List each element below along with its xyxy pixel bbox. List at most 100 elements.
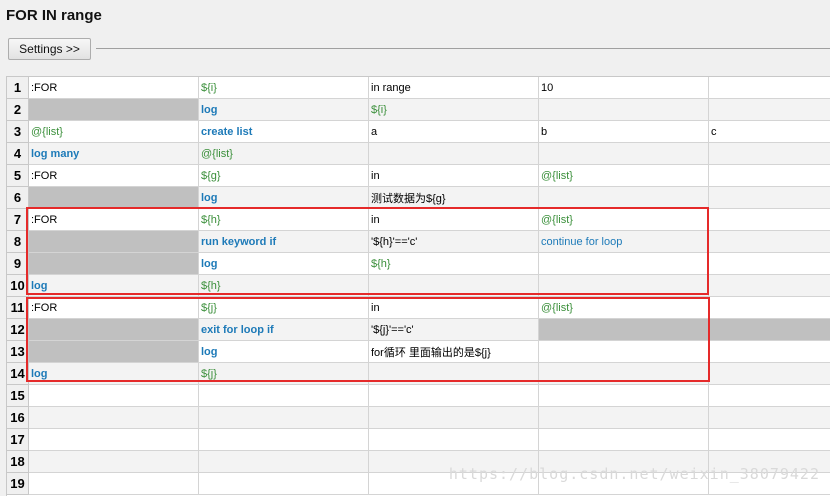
table-cell[interactable]: [539, 385, 709, 407]
table-cell[interactable]: for循环 里面输出的是${j}: [369, 341, 539, 363]
table-cell[interactable]: @{list}: [199, 143, 369, 165]
row-number[interactable]: 17: [7, 429, 29, 451]
table-cell[interactable]: :FOR: [29, 77, 199, 99]
table-cell[interactable]: :FOR: [29, 165, 199, 187]
table-cell[interactable]: [709, 99, 830, 121]
table-cell[interactable]: [29, 473, 199, 495]
table-cell[interactable]: @{list}: [539, 209, 709, 231]
row-number[interactable]: 15: [7, 385, 29, 407]
table-cell[interactable]: [539, 275, 709, 297]
table-cell[interactable]: log: [199, 99, 369, 121]
table-cell[interactable]: [709, 363, 830, 385]
row-number[interactable]: 9: [7, 253, 29, 275]
table-cell[interactable]: ${h}: [369, 253, 539, 275]
table-cell[interactable]: in: [369, 165, 539, 187]
table-cell[interactable]: log: [199, 341, 369, 363]
table-cell[interactable]: log many: [29, 143, 199, 165]
table-cell[interactable]: @{list}: [539, 165, 709, 187]
table-cell[interactable]: [709, 209, 830, 231]
table-cell[interactable]: a: [369, 121, 539, 143]
table-cell[interactable]: [539, 253, 709, 275]
row-number[interactable]: 10: [7, 275, 29, 297]
table-cell[interactable]: log: [29, 275, 199, 297]
table-cell[interactable]: [539, 341, 709, 363]
table-cell[interactable]: [369, 275, 539, 297]
table-cell[interactable]: [709, 143, 830, 165]
table-cell[interactable]: @{list}: [539, 297, 709, 319]
table-cell[interactable]: [29, 341, 199, 363]
row-number[interactable]: 14: [7, 363, 29, 385]
table-cell[interactable]: [709, 319, 830, 341]
table-cell[interactable]: [199, 407, 369, 429]
table-cell[interactable]: '${h}'=='c': [369, 231, 539, 253]
table-cell[interactable]: [539, 319, 709, 341]
table-cell[interactable]: [29, 429, 199, 451]
table-cell[interactable]: [29, 187, 199, 209]
table-cell[interactable]: [539, 99, 709, 121]
table-cell[interactable]: 10: [539, 77, 709, 99]
row-number[interactable]: 19: [7, 473, 29, 495]
table-cell[interactable]: in range: [369, 77, 539, 99]
table-cell[interactable]: in: [369, 297, 539, 319]
row-number[interactable]: 11: [7, 297, 29, 319]
row-number[interactable]: 4: [7, 143, 29, 165]
table-cell[interactable]: 测试数据为${g}: [369, 187, 539, 209]
table-cell[interactable]: ${i}: [199, 77, 369, 99]
table-cell[interactable]: [539, 363, 709, 385]
table-cell[interactable]: [709, 275, 830, 297]
table-cell[interactable]: log: [199, 187, 369, 209]
table-cell[interactable]: ${j}: [199, 363, 369, 385]
table-cell[interactable]: [29, 319, 199, 341]
settings-button[interactable]: Settings >>: [8, 38, 91, 60]
row-number[interactable]: 5: [7, 165, 29, 187]
table-cell[interactable]: in: [369, 209, 539, 231]
table-cell[interactable]: [29, 231, 199, 253]
row-number[interactable]: 12: [7, 319, 29, 341]
row-number[interactable]: 1: [7, 77, 29, 99]
table-cell[interactable]: b: [539, 121, 709, 143]
table-cell[interactable]: ${j}: [199, 297, 369, 319]
table-cell[interactable]: [709, 165, 830, 187]
table-cell[interactable]: [709, 253, 830, 275]
row-number[interactable]: 7: [7, 209, 29, 231]
table-cell[interactable]: [199, 451, 369, 473]
row-number[interactable]: 18: [7, 451, 29, 473]
table-cell[interactable]: [199, 385, 369, 407]
table-cell[interactable]: [539, 143, 709, 165]
table-cell[interactable]: [369, 143, 539, 165]
table-cell[interactable]: @{list}: [29, 121, 199, 143]
row-number[interactable]: 2: [7, 99, 29, 121]
table-cell[interactable]: ${i}: [369, 99, 539, 121]
table-cell[interactable]: [199, 429, 369, 451]
table-cell[interactable]: ${h}: [199, 209, 369, 231]
table-cell[interactable]: [709, 385, 830, 407]
table-cell[interactable]: [709, 429, 830, 451]
table-cell[interactable]: [709, 77, 830, 99]
table-cell[interactable]: create list: [199, 121, 369, 143]
table-cell[interactable]: c: [709, 121, 830, 143]
table-cell[interactable]: [709, 297, 830, 319]
table-cell[interactable]: exit for loop if: [199, 319, 369, 341]
table-cell[interactable]: [29, 451, 199, 473]
table-cell[interactable]: [29, 253, 199, 275]
table-cell[interactable]: :FOR: [29, 297, 199, 319]
table-cell[interactable]: log: [199, 253, 369, 275]
row-number[interactable]: 8: [7, 231, 29, 253]
table-cell[interactable]: [539, 429, 709, 451]
table-cell[interactable]: [29, 99, 199, 121]
table-cell[interactable]: [199, 473, 369, 495]
table-cell[interactable]: '${j}'=='c': [369, 319, 539, 341]
table-cell[interactable]: [369, 363, 539, 385]
table-cell[interactable]: [29, 407, 199, 429]
table-cell[interactable]: log: [29, 363, 199, 385]
row-number[interactable]: 6: [7, 187, 29, 209]
table-cell[interactable]: [369, 429, 539, 451]
table-cell[interactable]: [709, 407, 830, 429]
table-cell[interactable]: [709, 231, 830, 253]
table-cell[interactable]: continue for loop: [539, 231, 709, 253]
table-cell[interactable]: ${h}: [199, 275, 369, 297]
table-cell[interactable]: run keyword if: [199, 231, 369, 253]
table-cell[interactable]: [539, 187, 709, 209]
row-number[interactable]: 13: [7, 341, 29, 363]
table-cell[interactable]: [539, 407, 709, 429]
